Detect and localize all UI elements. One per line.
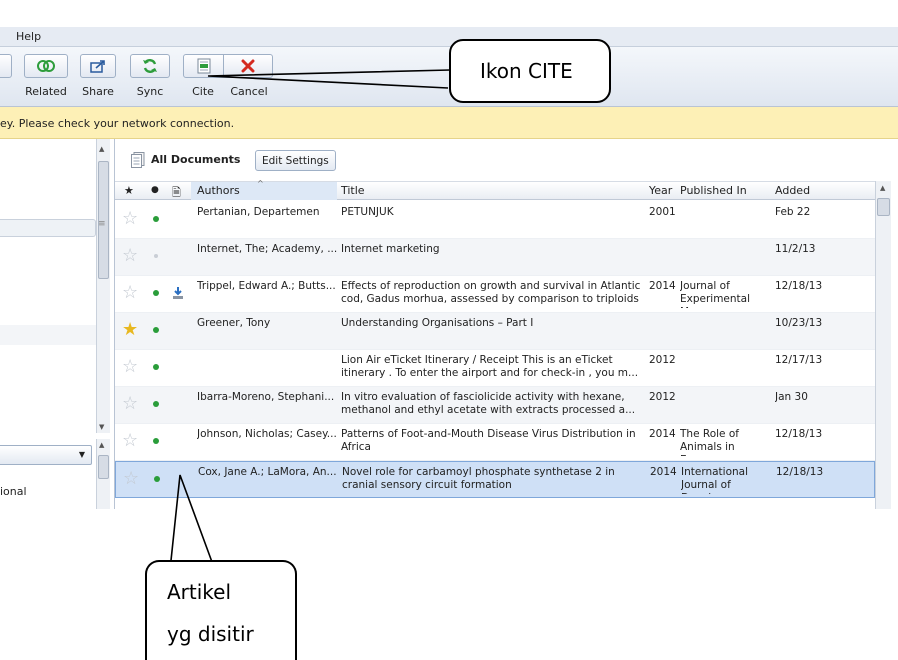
callout-pointers [169,69,451,571]
article-callout-line2: yg disitir [167,622,254,646]
cite-icon-callout: Ikon CITE [449,39,611,103]
cite-callout-pointer [207,69,451,89]
cite-callout-text: Ikon CITE [480,59,573,83]
article-callout-pointer [169,474,213,571]
article-callout: Artikel yg disitir [145,560,297,660]
article-callout-line1: Artikel [167,580,232,604]
